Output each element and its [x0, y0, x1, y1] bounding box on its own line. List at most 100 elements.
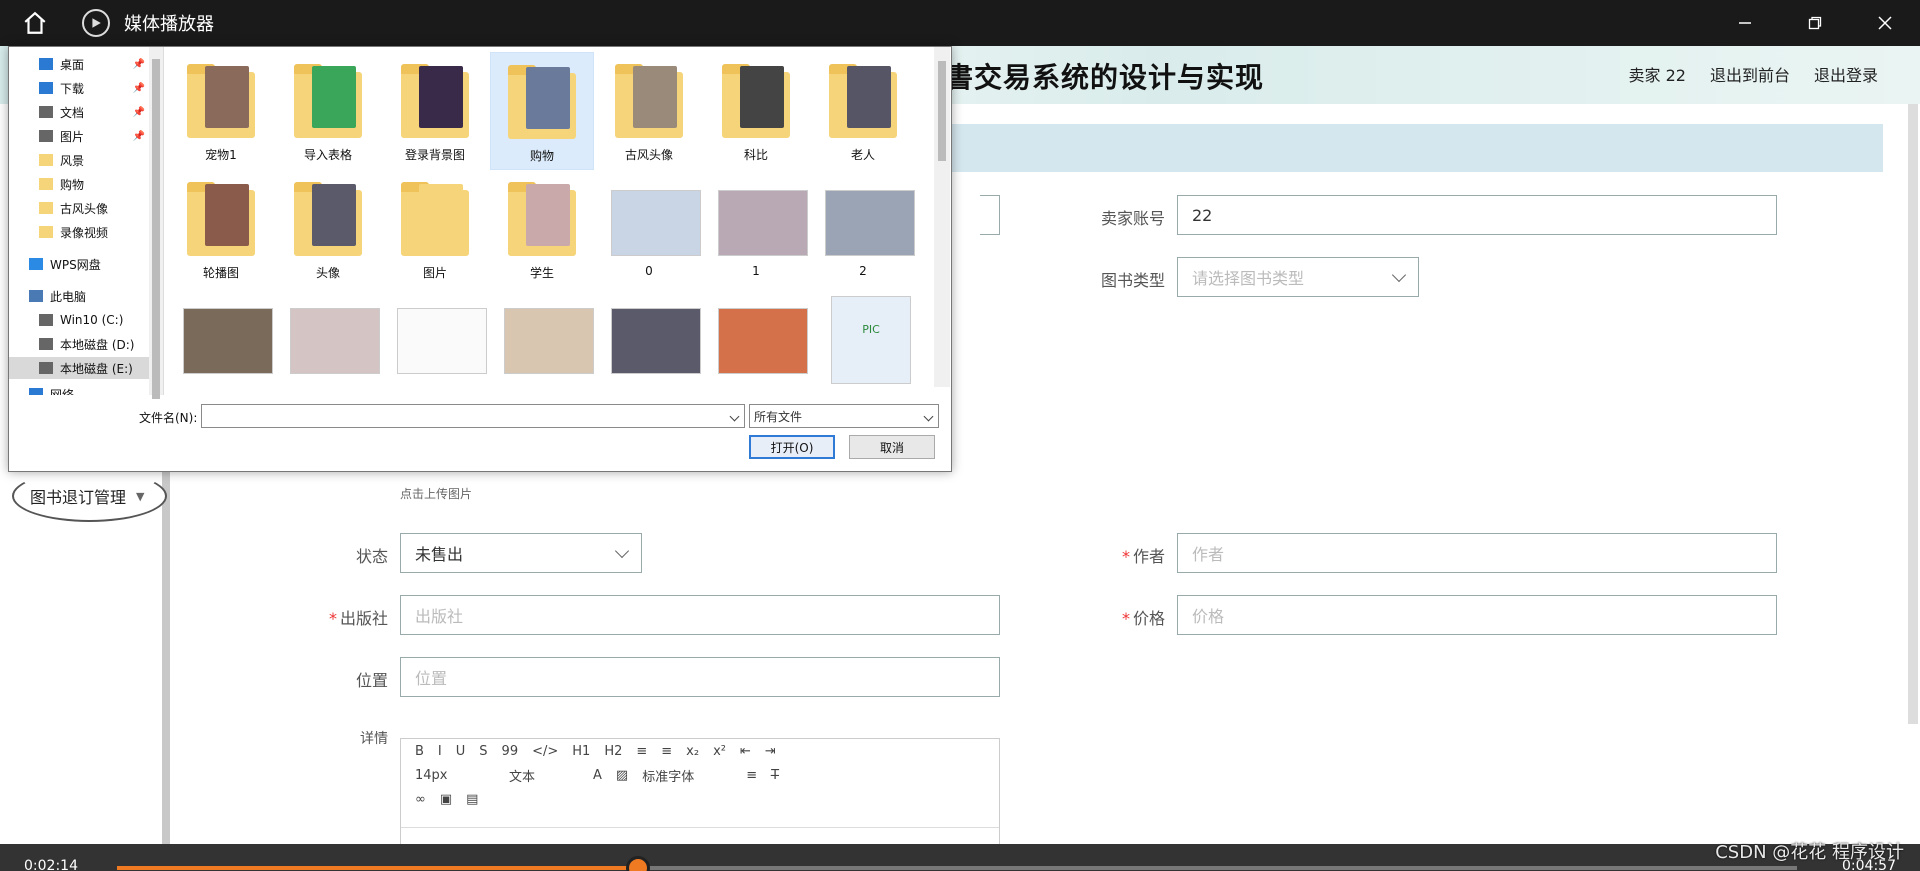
nav-item[interactable]: 文档 📌: [9, 101, 149, 123]
nav-item[interactable]: 桌面 📌: [9, 53, 149, 75]
file-tile[interactable]: 2: [811, 170, 915, 288]
editor-tool-icon[interactable]: 99: [502, 744, 519, 759]
book-type-select[interactable]: 请选择图书类型: [1177, 257, 1419, 297]
video-icon[interactable]: ▤: [466, 792, 478, 807]
file-tile[interactable]: 科比: [704, 52, 808, 170]
location-input[interactable]: 位置: [400, 657, 1000, 697]
page-scrollbar[interactable]: [1908, 104, 1918, 724]
progress-knob[interactable]: [625, 856, 650, 871]
seller-label: 卖家 22: [1628, 66, 1686, 85]
seller-account-input[interactable]: 22: [1177, 195, 1777, 235]
filetype-select[interactable]: 所有文件: [749, 404, 939, 428]
editor-tool-icon[interactable]: ≡: [636, 744, 647, 759]
editor-tool-icon[interactable]: ⇤: [740, 744, 751, 759]
editor-tool-icon[interactable]: S: [479, 744, 487, 759]
bg-color-icon[interactable]: ▨: [616, 768, 628, 783]
editor-content[interactable]: [401, 827, 999, 828]
cancel-button[interactable]: 取消: [849, 435, 935, 459]
nav-item-label: 桌面: [60, 57, 85, 72]
file-tile[interactable]: [169, 288, 273, 387]
file-tile[interactable]: [276, 288, 380, 387]
file-tile[interactable]: [383, 288, 487, 387]
file-tile[interactable]: 轮播图: [169, 170, 273, 288]
file-name: 导入表格: [303, 148, 352, 162]
text-style-select[interactable]: 文本: [509, 766, 579, 785]
nav-scrollbar[interactable]: [149, 47, 163, 399]
nav-item[interactable]: 购物: [9, 173, 149, 195]
file-name: 图片: [422, 266, 447, 280]
folder-icon: [718, 58, 794, 144]
file-tile[interactable]: 宠物1: [169, 52, 273, 170]
upload-hint[interactable]: 点击上传图片: [400, 485, 472, 502]
home-icon[interactable]: [18, 6, 52, 40]
nav-item[interactable]: 古风头像: [9, 197, 149, 219]
nav-item-label: 风景: [60, 153, 85, 168]
file-tile[interactable]: [597, 288, 701, 387]
nav-item[interactable]: 录像视频: [9, 221, 149, 243]
file-tile[interactable]: [704, 288, 808, 387]
publisher-input[interactable]: 出版社: [400, 595, 1000, 635]
nav-item[interactable]: 网络: [9, 383, 149, 395]
file-tile[interactable]: 学生: [490, 170, 594, 288]
progress-fill: [117, 866, 638, 870]
editor-tool-icon[interactable]: </>: [532, 744, 558, 759]
sidebar-item-book-return[interactable]: 图书退订管理 ▼: [12, 470, 167, 522]
editor-tool-icon[interactable]: ≡: [661, 744, 672, 759]
partial-input[interactable]: [980, 195, 1000, 235]
chevron-down-icon: ▼: [136, 489, 145, 503]
editor-tool-icon[interactable]: H1: [572, 744, 590, 759]
nav-item[interactable]: 本地磁盘 (E:): [9, 357, 149, 379]
logout-link[interactable]: 退出登录: [1814, 62, 1878, 86]
nav-item[interactable]: 图片 📌: [9, 125, 149, 147]
file-tile[interactable]: 登录背景图: [383, 52, 487, 170]
restore-button[interactable]: [1780, 0, 1850, 46]
nav-item[interactable]: 风景: [9, 149, 149, 171]
open-button[interactable]: 打开(O): [749, 435, 835, 459]
nav-item[interactable]: 下载 📌: [9, 77, 149, 99]
rich-text-editor[interactable]: B I U S 99 </> H1 H2 ≡ ≡ x₂ x² ⇤ ⇥ 14px 文本 A ▨ 标准字体 ≡…: [400, 738, 1000, 848]
nav-item[interactable]: 此电脑: [9, 285, 149, 307]
publisher-label: * 出版社: [328, 609, 388, 628]
author-input[interactable]: 作者: [1177, 533, 1777, 573]
minimize-button[interactable]: [1710, 0, 1780, 46]
font-color-icon[interactable]: A: [593, 768, 602, 783]
font-size-select[interactable]: 14px: [415, 768, 495, 783]
folder-icon: [611, 58, 687, 144]
file-tile[interactable]: 老人: [811, 52, 915, 170]
file-name: 轮播图: [202, 266, 239, 280]
editor-tool-icon[interactable]: H2: [604, 744, 622, 759]
filename-input[interactable]: [201, 404, 745, 428]
price-input[interactable]: 价格: [1177, 595, 1777, 635]
file-tile[interactable]: 购物: [490, 52, 594, 170]
file-tile[interactable]: PIC: [811, 288, 915, 387]
file-name: 科比: [743, 148, 768, 162]
files-scrollbar[interactable]: [934, 47, 950, 387]
align-icon[interactable]: ≡: [746, 768, 757, 783]
folder-icon: [39, 314, 53, 326]
clear-format-icon[interactable]: T̶: [771, 768, 779, 783]
exit-front-link[interactable]: 退出到前台: [1710, 62, 1790, 86]
file-tile[interactable]: 头像: [276, 170, 380, 288]
editor-tool-icon[interactable]: x₂: [686, 744, 699, 759]
status-select[interactable]: 未售出: [400, 533, 642, 573]
image-thumbnail: [718, 294, 808, 380]
editor-tool-icon[interactable]: B: [415, 744, 424, 759]
file-tile[interactable]: 导入表格: [276, 52, 380, 170]
folder-icon: [290, 176, 366, 262]
nav-item[interactable]: WPS网盘: [9, 253, 149, 275]
image-icon[interactable]: ▣: [440, 792, 452, 807]
file-tile[interactable]: 0: [597, 170, 701, 288]
editor-tool-icon[interactable]: U: [456, 744, 466, 759]
editor-tool-icon[interactable]: x²: [713, 744, 726, 759]
font-family-select[interactable]: 标准字体: [642, 766, 732, 785]
file-tile[interactable]: 1: [704, 170, 808, 288]
editor-tool-icon[interactable]: I: [438, 744, 442, 759]
nav-item[interactable]: Win10 (C:): [9, 309, 149, 331]
editor-tool-icon[interactable]: ⇥: [765, 744, 776, 759]
file-tile[interactable]: 图片: [383, 170, 487, 288]
file-tile[interactable]: 古风头像: [597, 52, 701, 170]
link-icon[interactable]: ∞: [415, 792, 426, 807]
nav-item[interactable]: 本地磁盘 (D:): [9, 333, 149, 355]
close-button[interactable]: [1850, 0, 1920, 46]
file-tile[interactable]: [490, 288, 594, 387]
